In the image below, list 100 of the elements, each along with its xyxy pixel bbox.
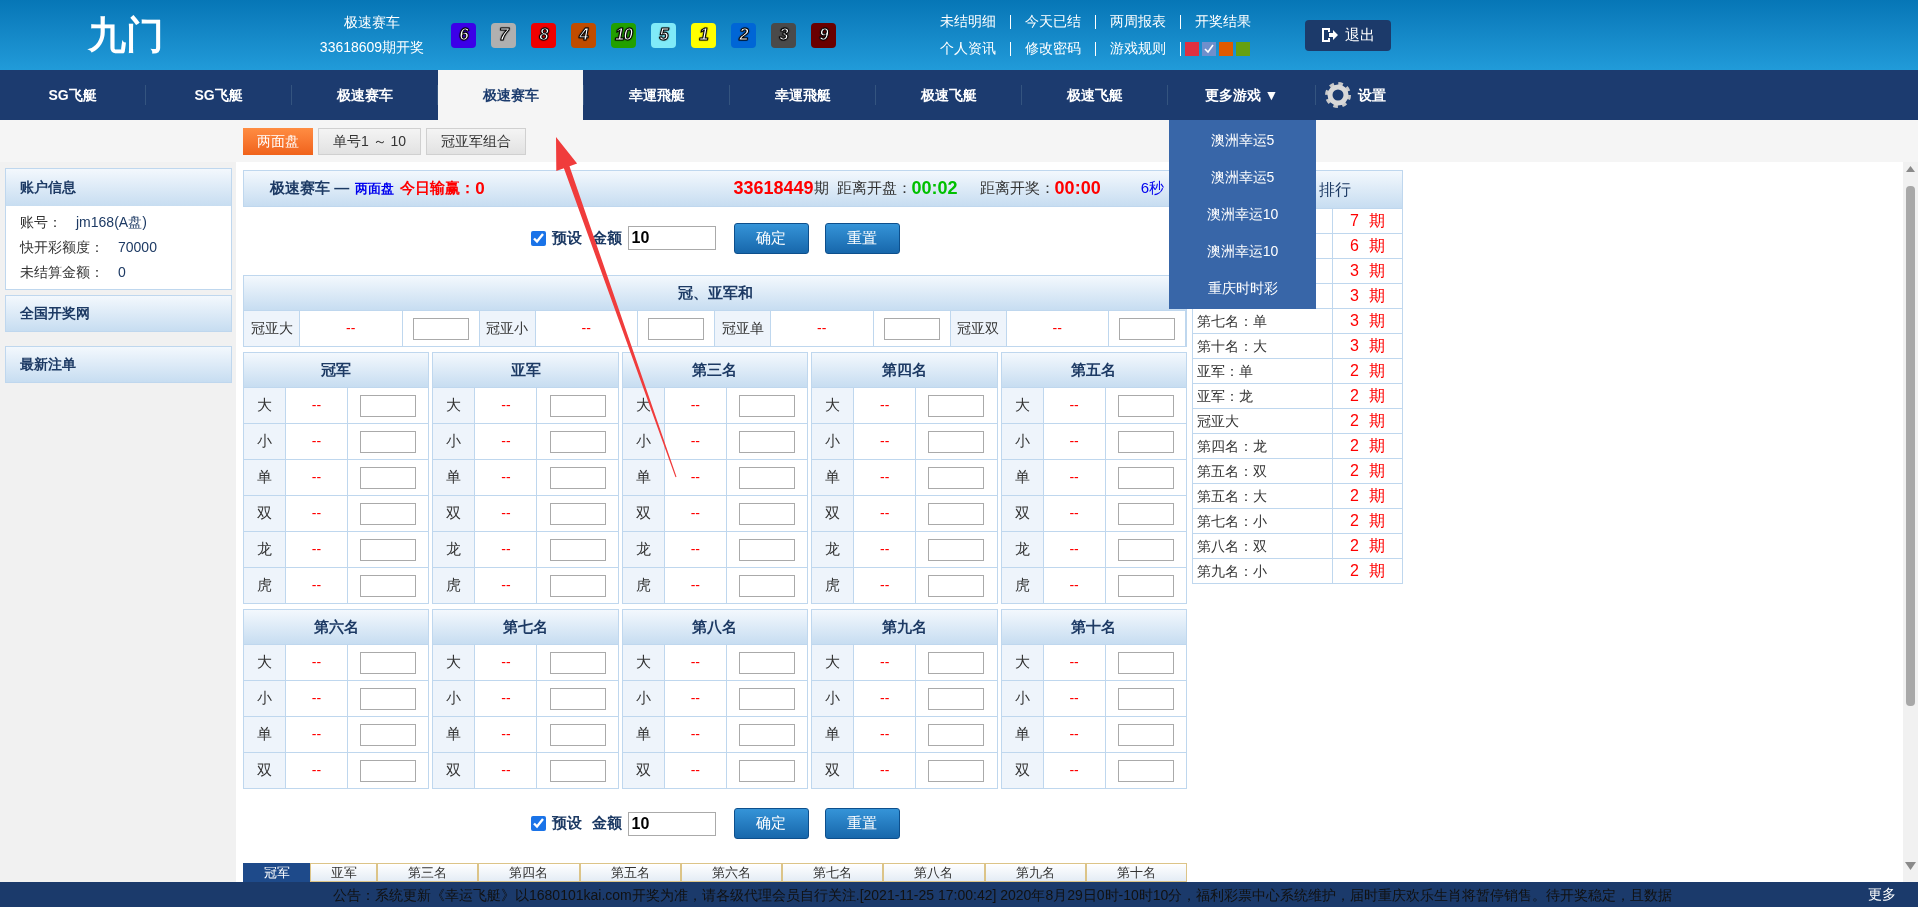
bet-amount-field[interactable] <box>739 430 795 453</box>
bet-amount-field[interactable] <box>549 430 606 453</box>
bet-amount-field[interactable] <box>412 317 469 340</box>
more-games-tab[interactable]: 更多游戏 ▼ <box>1168 70 1315 120</box>
game-tab[interactable]: 幸運飛艇 <box>584 70 729 120</box>
bet-amount-field[interactable] <box>1117 502 1174 525</box>
preset-checkbox[interactable] <box>530 816 546 831</box>
bet-amount-field[interactable] <box>883 317 940 340</box>
bet-amount-field[interactable] <box>928 723 985 746</box>
bet-amount-field[interactable] <box>549 651 606 674</box>
logout-button[interactable]: 退出 <box>1305 19 1391 51</box>
reset-button[interactable]: 重置 <box>824 808 900 839</box>
position-tab[interactable]: 第五名 <box>579 863 681 882</box>
bet-amount-field[interactable] <box>739 502 795 525</box>
game-tab[interactable]: 极速赛车 <box>292 70 437 120</box>
bet-amount-field[interactable] <box>928 466 985 489</box>
position-tab[interactable]: 第十名 <box>1085 863 1187 882</box>
bet-amount-field[interactable] <box>928 502 985 525</box>
preset-checkbox[interactable] <box>530 230 546 246</box>
game-tab[interactable]: 极速赛车 <box>438 70 583 120</box>
bet-amount-field[interactable] <box>928 394 985 417</box>
scrollbar[interactable] <box>1903 162 1918 882</box>
reset-button[interactable]: 重置 <box>824 222 900 254</box>
bet-amount-field[interactable] <box>549 394 606 417</box>
bet-amount-field[interactable] <box>928 430 985 453</box>
header-link[interactable]: 个人资讯 <box>940 38 996 59</box>
game-tab[interactable]: 极速飞艇 <box>1022 70 1167 120</box>
theme-swatch[interactable] <box>1185 41 1199 56</box>
position-tab[interactable]: 第三名 <box>377 863 479 882</box>
confirm-button[interactable]: 确定 <box>733 222 809 254</box>
bet-amount-field[interactable] <box>739 687 795 710</box>
bet-amount-field[interactable] <box>739 538 795 561</box>
bet-amount-field[interactable] <box>549 538 606 561</box>
position-tab[interactable]: 第九名 <box>984 863 1086 882</box>
theme-swatch[interactable] <box>1219 41 1233 56</box>
bet-amount-field[interactable] <box>549 687 606 710</box>
scroll-down-icon[interactable] <box>1905 862 1916 870</box>
position-tab[interactable]: 第六名 <box>680 863 782 882</box>
bet-amount-field[interactable] <box>360 651 417 674</box>
bet-amount-field[interactable] <box>1117 394 1174 417</box>
bet-amount-field[interactable] <box>1117 430 1174 453</box>
bet-amount-field[interactable] <box>928 574 985 597</box>
scrollbar-thumb[interactable] <box>1906 186 1915 706</box>
bet-amount-field[interactable] <box>360 574 417 597</box>
menu-item[interactable]: 澳洲幸运5 <box>1169 122 1316 159</box>
bet-amount-field[interactable] <box>739 651 795 674</box>
bet-amount-field[interactable] <box>1117 723 1174 746</box>
bet-amount-field[interactable] <box>1117 759 1174 782</box>
amount-field[interactable]: 10 <box>627 226 716 250</box>
amount-field[interactable]: 10 <box>627 811 716 836</box>
bet-amount-field[interactable] <box>360 723 417 746</box>
bet-amount-field[interactable] <box>739 574 795 597</box>
menu-item[interactable]: 澳洲幸运10 <box>1169 233 1316 270</box>
position-tab[interactable]: 亚军 <box>310 863 377 882</box>
sidebar-panel[interactable]: 全国开奖网 <box>5 295 232 332</box>
bet-amount-field[interactable] <box>928 687 985 710</box>
game-tab[interactable]: 幸運飛艇 <box>730 70 875 120</box>
theme-swatch[interactable] <box>1236 41 1250 56</box>
sub-tab[interactable]: 单号1 ～ 10 <box>318 127 422 155</box>
bet-amount-field[interactable] <box>739 394 795 417</box>
bet-amount-field[interactable] <box>928 651 985 674</box>
bet-amount-field[interactable] <box>1117 687 1174 710</box>
bet-amount-field[interactable] <box>360 430 417 453</box>
bet-amount-field[interactable] <box>1117 538 1174 561</box>
scroll-up-icon[interactable] <box>1906 166 1915 172</box>
bet-amount-field[interactable] <box>739 466 795 489</box>
bet-amount-field[interactable] <box>549 502 606 525</box>
bet-amount-field[interactable] <box>1117 466 1174 489</box>
bet-amount-field[interactable] <box>549 723 606 746</box>
sub-tab[interactable]: 冠亚军组合 <box>426 127 527 155</box>
game-tab[interactable]: SG飞艇 <box>146 70 291 120</box>
bet-amount-field[interactable] <box>360 502 417 525</box>
bet-amount-field[interactable] <box>360 394 417 417</box>
bet-amount-field[interactable] <box>360 687 417 710</box>
bet-amount-field[interactable] <box>648 317 704 340</box>
header-link[interactable]: 修改密码 <box>1025 38 1081 59</box>
game-tab[interactable]: 极速飞艇 <box>876 70 1021 120</box>
bet-amount-field[interactable] <box>549 574 606 597</box>
bet-amount-field[interactable] <box>739 723 795 746</box>
confirm-button[interactable]: 确定 <box>733 808 809 839</box>
bet-amount-field[interactable] <box>928 538 985 561</box>
bet-amount-field[interactable] <box>1117 574 1174 597</box>
bet-amount-field[interactable] <box>360 759 417 782</box>
position-tab[interactable]: 第八名 <box>883 863 985 882</box>
bet-amount-field[interactable] <box>1119 317 1175 340</box>
header-link[interactable]: 游戏规则 <box>1110 38 1166 59</box>
theme-swatch[interactable] <box>1202 41 1216 56</box>
bet-amount-field[interactable] <box>739 759 795 782</box>
more-link[interactable]: 更多 <box>1868 884 1896 905</box>
bet-amount-field[interactable] <box>549 466 606 489</box>
position-tab[interactable]: 第七名 <box>782 863 884 882</box>
position-tab[interactable]: 第四名 <box>478 863 580 882</box>
bet-amount-field[interactable] <box>928 759 985 782</box>
position-tab[interactable]: 冠军 <box>243 863 310 882</box>
bet-amount-field[interactable] <box>360 538 417 561</box>
bet-amount-field[interactable] <box>549 759 606 782</box>
sidebar-panel[interactable]: 最新注单 <box>5 346 232 383</box>
header-link[interactable]: 今天已结 <box>1025 11 1081 32</box>
menu-item[interactable]: 澳洲幸运10 <box>1169 196 1316 233</box>
bet-amount-field[interactable] <box>1117 651 1174 674</box>
